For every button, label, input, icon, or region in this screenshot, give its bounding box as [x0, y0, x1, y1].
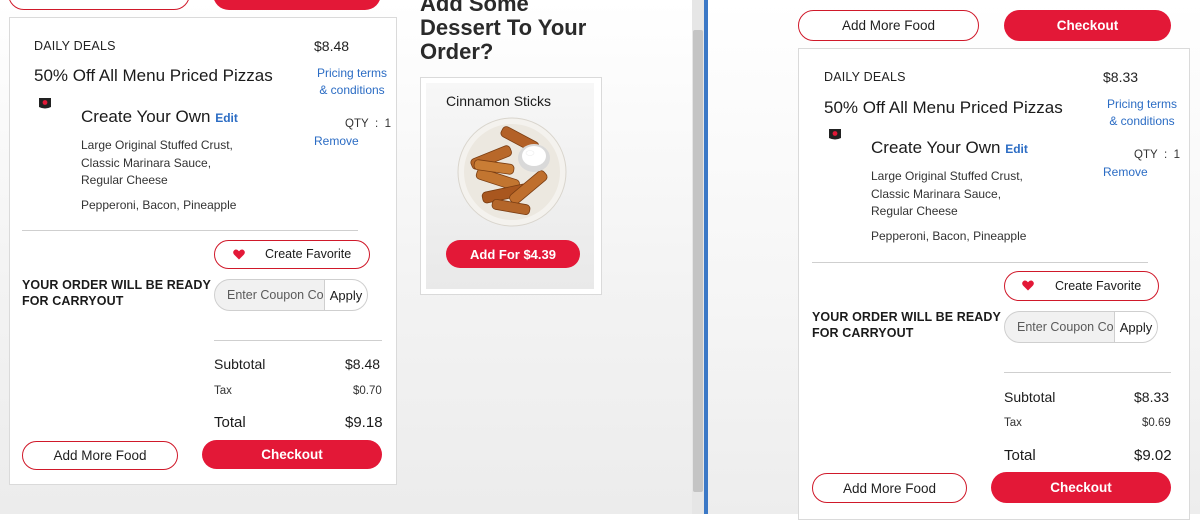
ready-line-2: FOR CARRYOUT [22, 294, 124, 308]
item-name: Create Your Own Edit [81, 107, 238, 127]
remove-link[interactable]: Remove [1103, 165, 1148, 179]
daily-deals-label: DAILY DEALS [34, 39, 116, 53]
header-add-more-food-button[interactable]: Add More Food [798, 10, 979, 41]
coupon-field: Apply [214, 279, 368, 311]
checkout-button[interactable]: Checkout [991, 472, 1171, 503]
heart-icon [233, 249, 245, 260]
header-add-more-label: Add More Food [841, 18, 936, 33]
toppings: Pepperoni, Bacon, Pineapple [81, 198, 237, 212]
total-label: Total [214, 414, 246, 431]
item-name: Create Your Own Edit [871, 138, 1028, 158]
checkout-label: Checkout [1050, 480, 1112, 495]
qty-value: 1 [384, 118, 392, 130]
section-divider [22, 230, 358, 231]
qty-separator: : [1164, 149, 1168, 161]
crust-detail: Large Original Stuffed Crust, [81, 138, 233, 152]
toppings: Pepperoni, Bacon, Pineapple [871, 229, 1027, 243]
item-details: Large Original Stuffed Crust, Classic Ma… [871, 168, 1023, 221]
upsell-heading-line-1: Add Some [420, 0, 529, 16]
totals-divider [1004, 372, 1171, 373]
add-dessert-button[interactable]: Add For $4.39 [446, 240, 580, 268]
deal-name: 50% Off All Menu Priced Pizzas [34, 66, 273, 85]
qty-indicator: QTY : 1 [1134, 149, 1180, 161]
total-label: Total [1004, 447, 1036, 464]
totals-divider [214, 340, 382, 341]
qty-label: QTY [1134, 149, 1158, 161]
create-favorite-label: Create Favorite [265, 247, 352, 261]
pricing-terms-link[interactable]: Pricing terms & conditions [312, 65, 392, 99]
add-more-food-button[interactable]: Add More Food [22, 441, 178, 470]
qty-indicator: QTY : 1 [345, 118, 391, 130]
scrollbar-thumb[interactable] [693, 30, 703, 492]
cinnamon-sticks-image [457, 117, 567, 227]
carryout-message: YOUR ORDER WILL BE READY FOR CARRYOUT [812, 309, 1001, 341]
edit-link[interactable]: Edit [215, 111, 238, 125]
tax-label: Tax [214, 385, 232, 397]
total-value: $9.18 [345, 414, 383, 431]
tax-label: Tax [1004, 417, 1022, 429]
sauce-detail: Classic Marinara Sauce, [871, 186, 1002, 201]
checkout-button[interactable]: Checkout [202, 440, 382, 469]
item-details: Large Original Stuffed Crust, Classic Ma… [81, 137, 233, 190]
subtotal-value: $8.48 [345, 356, 381, 372]
remove-link[interactable]: Remove [314, 134, 359, 148]
item-name-text: Create Your Own [871, 138, 1001, 157]
pizza-box-icon [39, 98, 51, 109]
coupon-input[interactable] [1005, 312, 1119, 342]
ready-line-2: FOR CARRYOUT [812, 326, 914, 340]
crust-detail: Large Original Stuffed Crust, [871, 169, 1023, 183]
heart-icon [1022, 280, 1034, 291]
add-more-food-label: Add More Food [53, 448, 147, 463]
add-more-food-button[interactable]: Add More Food [812, 473, 967, 503]
checkout-label: Checkout [261, 447, 323, 462]
upsell-heading: Add Some Dessert To Your Order? [420, 0, 586, 64]
cheese-detail: Regular Cheese [81, 173, 168, 187]
header-add-more-food-button[interactable] [8, 0, 190, 10]
deal-price: $8.33 [1103, 69, 1139, 85]
upsell-heading-line-3: Order? [420, 39, 494, 64]
cheese-detail: Regular Cheese [871, 204, 958, 218]
create-favorite-button[interactable]: Create Favorite [214, 240, 370, 269]
carryout-message: YOUR ORDER WILL BE READY FOR CARRYOUT [22, 277, 211, 309]
upsell-product-name: Cinnamon Sticks [446, 93, 552, 109]
header-checkout-button[interactable] [213, 0, 381, 10]
deal-name: 50% Off All Menu Priced Pizzas [824, 98, 1063, 117]
add-more-food-label: Add More Food [842, 480, 937, 496]
qty-separator: : [375, 118, 379, 130]
header-checkout-label: Checkout [1056, 18, 1119, 33]
create-favorite-label: Create Favorite [1055, 279, 1142, 293]
create-favorite-button[interactable]: Create Favorite [1004, 271, 1159, 301]
upsell-heading-line-2: Dessert To Your [420, 15, 587, 40]
subtotal-label: Subtotal [1004, 389, 1056, 405]
ready-line-1: YOUR ORDER WILL BE READY [22, 278, 211, 292]
tax-value: $0.69 [1142, 417, 1171, 429]
subtotal-label: Subtotal [214, 356, 266, 372]
pizza-box-icon [829, 129, 841, 140]
sauce-detail: Classic Marinara Sauce, [81, 155, 212, 170]
qty-value: 1 [1173, 149, 1181, 161]
deal-price: $8.48 [314, 38, 350, 54]
coupon-field: Apply [1004, 311, 1158, 343]
coupon-input[interactable] [215, 280, 329, 310]
apply-coupon-button[interactable]: Apply [324, 280, 367, 310]
ready-line-1: YOUR ORDER WILL BE READY [812, 310, 1001, 324]
header-checkout-button[interactable]: Checkout [1004, 10, 1171, 41]
daily-deals-label: DAILY DEALS [824, 70, 906, 84]
tax-value: $0.70 [353, 385, 382, 397]
pricing-terms-link[interactable]: Pricing terms & conditions [1102, 96, 1182, 130]
total-value: $9.02 [1134, 447, 1172, 464]
subtotal-value: $8.33 [1134, 389, 1170, 405]
item-name-text: Create Your Own [81, 107, 211, 126]
section-divider [812, 262, 1148, 263]
qty-label: QTY [345, 118, 369, 130]
edit-link[interactable]: Edit [1005, 142, 1028, 156]
apply-coupon-button[interactable]: Apply [1114, 312, 1157, 342]
add-dessert-label: Add For $4.39 [470, 246, 556, 262]
